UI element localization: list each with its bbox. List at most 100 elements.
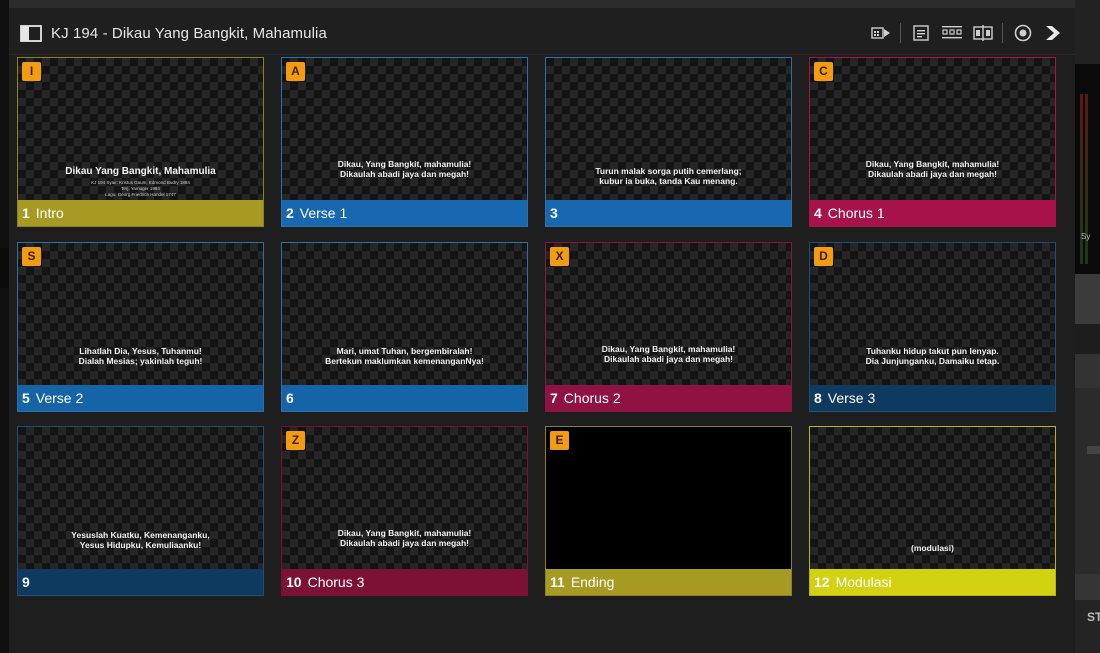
slide-lyric-text: Mari, umat Tuhan, bergembiralah! Berteku… <box>282 346 527 366</box>
audio-meter-label: Sy <box>1081 232 1091 241</box>
title-bar: KJ 194 - Dikau Yang Bangkit, Mahamulia <box>9 8 1075 55</box>
slide-number: 8 <box>814 390 822 406</box>
slide-lyric-main: Lihatlah Dia, Yesus, Tuhanmu! Dialah Mes… <box>78 346 203 366</box>
clipboard-icon[interactable] <box>910 22 932 44</box>
slide-number: 9 <box>22 574 30 590</box>
slide-label-bar: 10 Chorus 3 <box>282 569 527 595</box>
side-panel-header <box>1075 0 1100 64</box>
slide-lyric-text: Dikau, Yang Bangkit, mahamulia! Dikaulah… <box>546 344 791 364</box>
side-panel-footer: ST <box>1075 600 1100 653</box>
slide-label-bar: 4 Chorus 1 <box>810 200 1055 226</box>
slide-label-bar: 8 Verse 3 <box>810 385 1055 411</box>
slide-label-bar: 2 Verse 1 <box>282 200 527 226</box>
slide-number: 5 <box>22 390 30 406</box>
slide-hotkey-badge: S <box>22 247 41 266</box>
left-edge-notch <box>0 248 9 288</box>
slide-thumbnail-5[interactable]: S Lihatlah Dia, Yesus, Tuhanmu! Dialah Me… <box>17 242 264 412</box>
slide-thumbnail-11[interactable]: E 11 Ending <box>545 426 792 596</box>
slide-credits-text: KJ 194 Syair: Kristus Gaum, Edmond Budry… <box>91 180 190 197</box>
side-panel-button[interactable] <box>1075 274 1100 324</box>
slide-group-label: Chorus 1 <box>827 205 885 221</box>
slide-lyric-text: Dikau, Yang Bangkit, mahamulia! Dikaulah… <box>282 528 527 548</box>
slide-lyric-text: Dikau, Yang Bangkit, mahamulia! Dikaulah… <box>282 159 527 179</box>
slide-lyric-text: Yesuslah Kuatku, Kemenanganku, Yesus Hid… <box>18 530 263 550</box>
slide-number: 3 <box>550 205 558 221</box>
slide-number: 4 <box>814 205 822 221</box>
record-icon[interactable] <box>1012 22 1034 44</box>
slide-group-label: Chorus 3 <box>307 574 365 590</box>
slide-label-bar: 1 Intro <box>18 200 263 226</box>
side-panel-section <box>1075 324 1100 354</box>
top-edge-strip <box>9 0 1075 8</box>
slide-thumbnail-1[interactable]: I Dikau Yang Bangkit, Mahamulia KJ 194 Sya… <box>17 57 264 227</box>
slide-thumbnail-6[interactable]: Mari, umat Tuhan, bergembiralah! Berteku… <box>281 242 528 412</box>
slide-lyric-text: (modulasi) <box>810 543 1055 553</box>
slide-label-bar: 12 Modulasi <box>810 569 1055 595</box>
left-edge-strip <box>0 0 9 653</box>
slide-hotkey-badge: D <box>814 247 833 266</box>
slide-thumbnail-4[interactable]: C Dikau, Yang Bangkit, mahamulia! Dikaula… <box>809 57 1056 227</box>
slide-group-label: Chorus 2 <box>563 390 621 406</box>
slide-lyric-main: Yesuslah Kuatku, Kemenanganku, Yesus Hid… <box>71 530 210 550</box>
slide-group-label: Verse 3 <box>827 390 876 406</box>
slide-thumbnail-7[interactable]: X Dikau, Yang Bangkit, mahamulia! Dikaula… <box>545 242 792 412</box>
side-panel-slider-area <box>1075 388 1100 574</box>
slide-lyric-text: Dikau, Yang Bangkit, mahamulia! Dikaulah… <box>810 159 1055 179</box>
slide-lyric-text: Dikau Yang Bangkit, Mahamulia KJ 194 Syai… <box>18 166 263 198</box>
slide-thumbnail-12[interactable]: (modulasi) 12 Modulasi <box>809 426 1056 596</box>
slide-thumbnail-2[interactable]: A Dikau, Yang Bangkit, mahamulia! Dikaula… <box>281 57 528 227</box>
slide-group-label: Verse 2 <box>35 390 84 406</box>
slide-hotkey-badge: E <box>550 431 569 450</box>
slide-lyric-text: Tuhanku hidup takut pun lenyap. Dia Junj… <box>810 346 1055 366</box>
slide-lyric-main: Turun malak sorga putih cemerlang; kubur… <box>595 166 742 186</box>
slide-hotkey-badge: X <box>550 247 569 266</box>
audio-meter: Sy <box>1075 64 1100 274</box>
slide-group-label: Intro <box>35 205 64 221</box>
slide-thumbnail-10[interactable]: Z Dikau, Yang Bangkit, mahamulia! Dikaula… <box>281 426 528 596</box>
side-panel: Sy ST <box>1075 0 1100 653</box>
slide-number: 6 <box>286 390 294 406</box>
toolbar-separator <box>1002 23 1003 43</box>
slide-number: 2 <box>286 205 294 221</box>
slide-lyric-main: Dikau, Yang Bangkit, mahamulia! Dikaulah… <box>337 159 472 179</box>
slide-label-bar: 11 Ending <box>546 569 791 595</box>
slide-number: 1 <box>22 205 30 221</box>
slide-label-bar: 6 <box>282 385 527 411</box>
slide-label-bar: 3 <box>546 200 791 226</box>
side-panel-slider-knob[interactable] <box>1087 446 1100 454</box>
slide-label-bar: 9 <box>18 569 263 595</box>
slide-number: 12 <box>814 574 830 590</box>
slide-lyric-main: Tuhanku hidup takut pun lenyap. Dia Junj… <box>865 346 1000 366</box>
slide-thumbnail-8[interactable]: D Tuhanku hidup takut pun lenyap. Dia Jun… <box>809 242 1056 412</box>
go-to-slide-icon[interactable] <box>870 22 892 44</box>
slide-lyric-text: Turun malak sorga putih cemerlang; kubur… <box>546 166 791 186</box>
slide-lyric-main: Dikau, Yang Bangkit, mahamulia! Dikaulah… <box>337 528 472 548</box>
slide-hotkey-badge: C <box>814 62 833 81</box>
toolbar-separator <box>900 23 901 43</box>
play-next-icon[interactable] <box>1043 22 1065 44</box>
slide-thumbnail-3[interactable]: Turun malak sorga putih cemerlang; kubur… <box>545 57 792 227</box>
slide-thumbnail-9[interactable]: Yesuslah Kuatku, Kemenanganku, Yesus Hid… <box>17 426 264 596</box>
song-presentation-icon <box>20 25 42 42</box>
slide-label-bar: 7 Chorus 2 <box>546 385 791 411</box>
slide-hotkey-badge: A <box>286 62 305 81</box>
slide-group-label: Ending <box>570 574 615 590</box>
side-panel-button[interactable] <box>1075 574 1100 600</box>
split-icon[interactable] <box>972 22 994 44</box>
slide-number: 11 <box>550 574 565 590</box>
toolbar <box>861 22 1065 44</box>
slide-lyric-main: Dikau Yang Bangkit, Mahamulia <box>65 166 216 177</box>
slide-number: 7 <box>550 390 558 406</box>
slide-hotkey-badge: Z <box>286 431 305 450</box>
slide-number: 10 <box>286 574 302 590</box>
slide-hotkey-badge: I <box>22 62 41 81</box>
slide-lyric-main: Dikau, Yang Bangkit, mahamulia! Dikaulah… <box>865 159 1000 179</box>
slide-group-label: Modulasi <box>835 574 892 590</box>
presentation-title: KJ 194 - Dikau Yang Bangkit, Mahamulia <box>51 25 327 42</box>
arrange-icon[interactable] <box>941 22 963 44</box>
slide-lyric-main: (modulasi) <box>911 543 954 553</box>
slide-lyric-main: Mari, umat Tuhan, bergembiralah! Berteku… <box>325 346 484 366</box>
slide-lyric-main: Dikau, Yang Bangkit, mahamulia! Dikaulah… <box>601 344 736 364</box>
side-panel-button[interactable] <box>1075 354 1100 388</box>
slide-lyric-text: Lihatlah Dia, Yesus, Tuhanmu! Dialah Mes… <box>18 346 263 366</box>
